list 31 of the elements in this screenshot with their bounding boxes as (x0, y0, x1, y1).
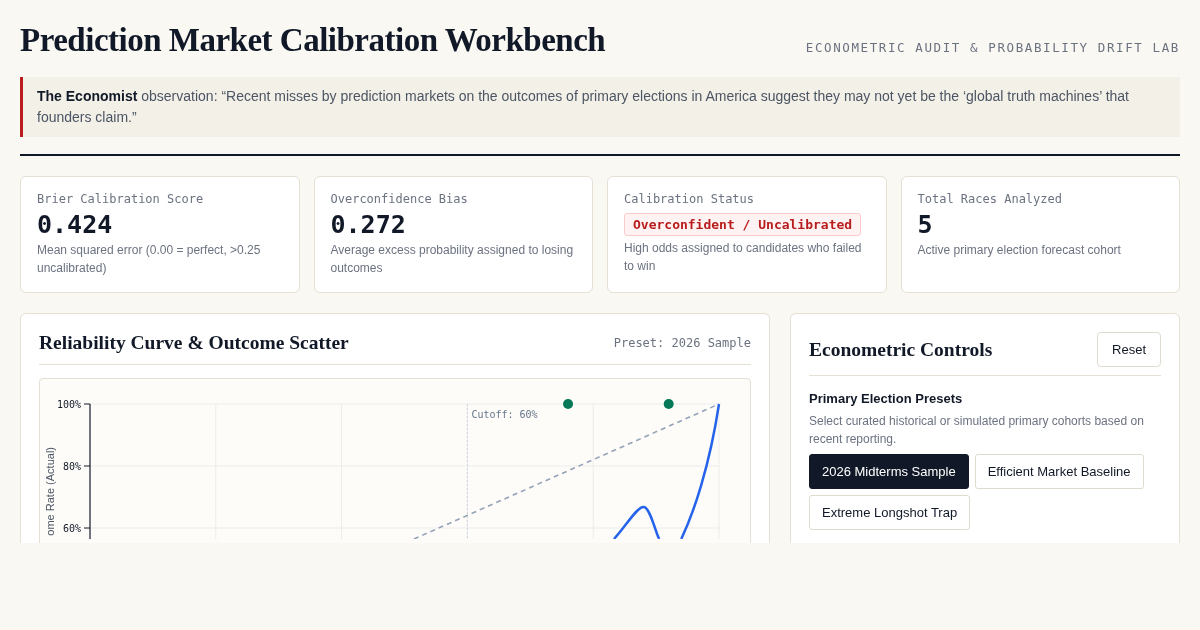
metric-value: 5 (917, 210, 934, 240)
y-tick-label: 60% (62, 523, 81, 534)
section-description: Select curated historical or simulated primary cohorts based on recent reporting. (809, 413, 1145, 448)
y-tick-label: 100% (56, 399, 81, 410)
metric-description: Mean squared error (0.00 = perfect, >0.25 uncalibrated) (37, 242, 262, 277)
page-subtitle: ECONOMETRIC AUDIT & PROBABILITY DRIFT LAB (805, 40, 1180, 55)
y-tick-label: 80% (62, 461, 81, 472)
metric-value: 0.424 (37, 210, 114, 240)
panel-title: Econometric Controls (809, 338, 993, 361)
panel-title: Reliability Curve & Outcome Scatter (39, 332, 349, 354)
preset-button[interactable]: Efficient Market Baseline (974, 454, 1144, 489)
section-title: Primary Election Presets (809, 391, 964, 406)
metric-description: Average excess probability assigned to losing outcomes (330, 242, 575, 277)
outcome-point (663, 399, 674, 409)
metric-description: High odds assigned to candidates who failed to win (624, 240, 863, 275)
preset-label: Preset: 2026 Sample (613, 336, 751, 350)
y-axis-title: ome Rate (Actual) (44, 447, 56, 536)
metric-value: 0.272 (330, 210, 407, 240)
outcome-point (563, 399, 574, 409)
metric-label: Calibration Status (624, 192, 756, 206)
status-badge: Overconfident / Uncalibrated (624, 213, 862, 236)
preset-button[interactable]: 2026 Midterms Sample (809, 454, 969, 489)
quote-callout: The Economist observation: “Recent misses by prediction markets on the outcomes of primary elections in America suggest they may not yet be the ‘global truth machines’ that founders claim.” (20, 77, 1180, 137)
cutoff-label: Cutoff: 60% (471, 409, 538, 420)
metric-label: Total Races Analyzed (917, 192, 1063, 206)
reset-button[interactable]: Reset (1097, 332, 1161, 367)
page-title: Prediction Market Calibration Workbench (20, 21, 606, 60)
metric-label: Brier Calibration Score (37, 192, 205, 206)
metric-description: Active primary election forecast cohort (917, 242, 1122, 259)
metric-label: Overconfidence Bias (330, 192, 469, 206)
preset-button[interactable]: Extreme Longshot Trap (809, 495, 971, 530)
